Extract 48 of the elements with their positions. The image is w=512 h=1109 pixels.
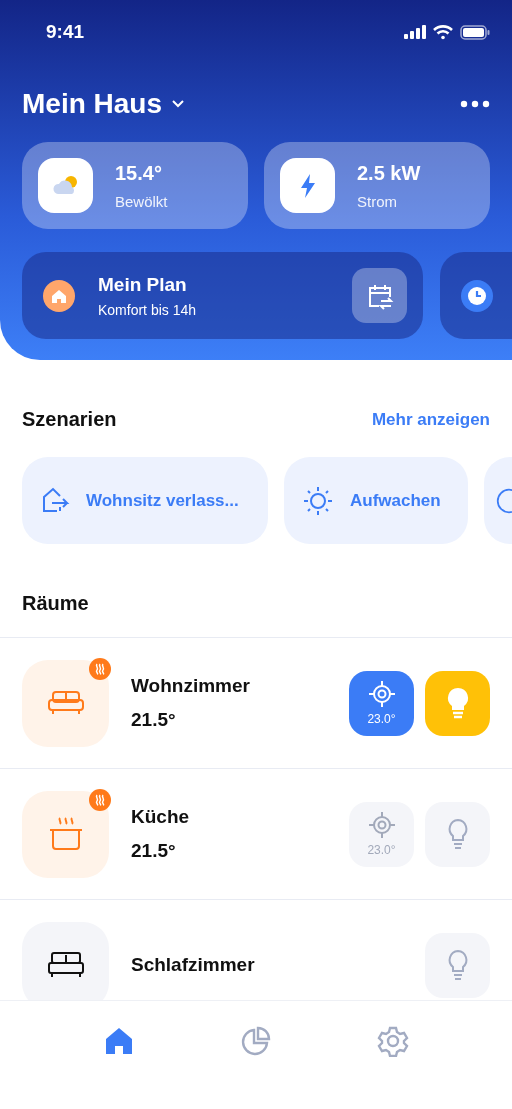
bed-icon	[47, 952, 84, 978]
plan-card[interactable]	[440, 252, 512, 339]
pie-chart-icon	[240, 1025, 272, 1057]
sun-icon	[302, 484, 334, 517]
wifi-icon	[432, 24, 454, 40]
clock-icon	[460, 278, 494, 313]
room-row[interactable]: Wohnzimmer 21.5° 23.0°	[0, 638, 512, 769]
target-icon	[367, 811, 396, 839]
info-label: Strom	[357, 192, 398, 210]
battery-icon	[460, 24, 490, 40]
thermostat-button[interactable]: 23.0°	[349, 801, 414, 867]
section-title: Szenarien	[22, 408, 117, 431]
schedule-button[interactable]	[352, 268, 407, 323]
info-card[interactable]: 2.5 kW Strom	[264, 142, 490, 229]
room-temperature: 21.5°	[131, 840, 177, 862]
lightning-icon	[299, 173, 316, 198]
plan-subtitle: Komfort bis 14h	[98, 301, 197, 318]
section-title: Räume	[22, 592, 89, 615]
room-row[interactable]: Schlafzimmer	[0, 900, 512, 1000]
room-temperature: 21.5°	[131, 709, 177, 731]
room-name: Küche	[131, 806, 191, 828]
plan-title: Mein Plan	[98, 273, 188, 296]
settings-icon	[377, 1025, 410, 1057]
room-name: Schlafzimmer	[131, 954, 256, 976]
home-icon	[42, 278, 76, 313]
target-icon	[367, 680, 396, 708]
status-time: 9:41	[46, 21, 85, 43]
chevron-down-icon[interactable]	[172, 100, 185, 108]
steaming-pot-icon	[47, 816, 84, 852]
thermostat-button[interactable]: 23.0°	[349, 670, 414, 736]
info-label: Bewölkt	[115, 192, 168, 210]
show-more-link[interactable]: Mehr anzeigen	[371, 409, 490, 430]
info-value: 2.5 kW	[357, 161, 421, 185]
scene-button[interactable]: Wohnsitz verlass...	[22, 457, 268, 544]
light-button[interactable]	[425, 932, 490, 998]
signal-icon	[404, 25, 426, 39]
light-button[interactable]	[425, 670, 490, 736]
info-value: 15.4°	[115, 161, 163, 185]
more-icon[interactable]	[460, 100, 490, 108]
home-title[interactable]: Mein Haus	[22, 88, 163, 120]
room-name: Wohnzimmer	[131, 675, 251, 697]
plan-card[interactable]: Mein Plan Komfort bis 14h	[22, 252, 423, 339]
lightbulb-icon	[445, 687, 470, 719]
info-card[interactable]: 15.4° Bewölkt	[22, 142, 248, 229]
scene-button[interactable]: Aufwachen	[284, 457, 468, 544]
room-row[interactable]: Küche 21.5° 23.0°	[0, 769, 512, 900]
light-button[interactable]	[425, 801, 490, 867]
sofa-icon	[47, 690, 84, 716]
